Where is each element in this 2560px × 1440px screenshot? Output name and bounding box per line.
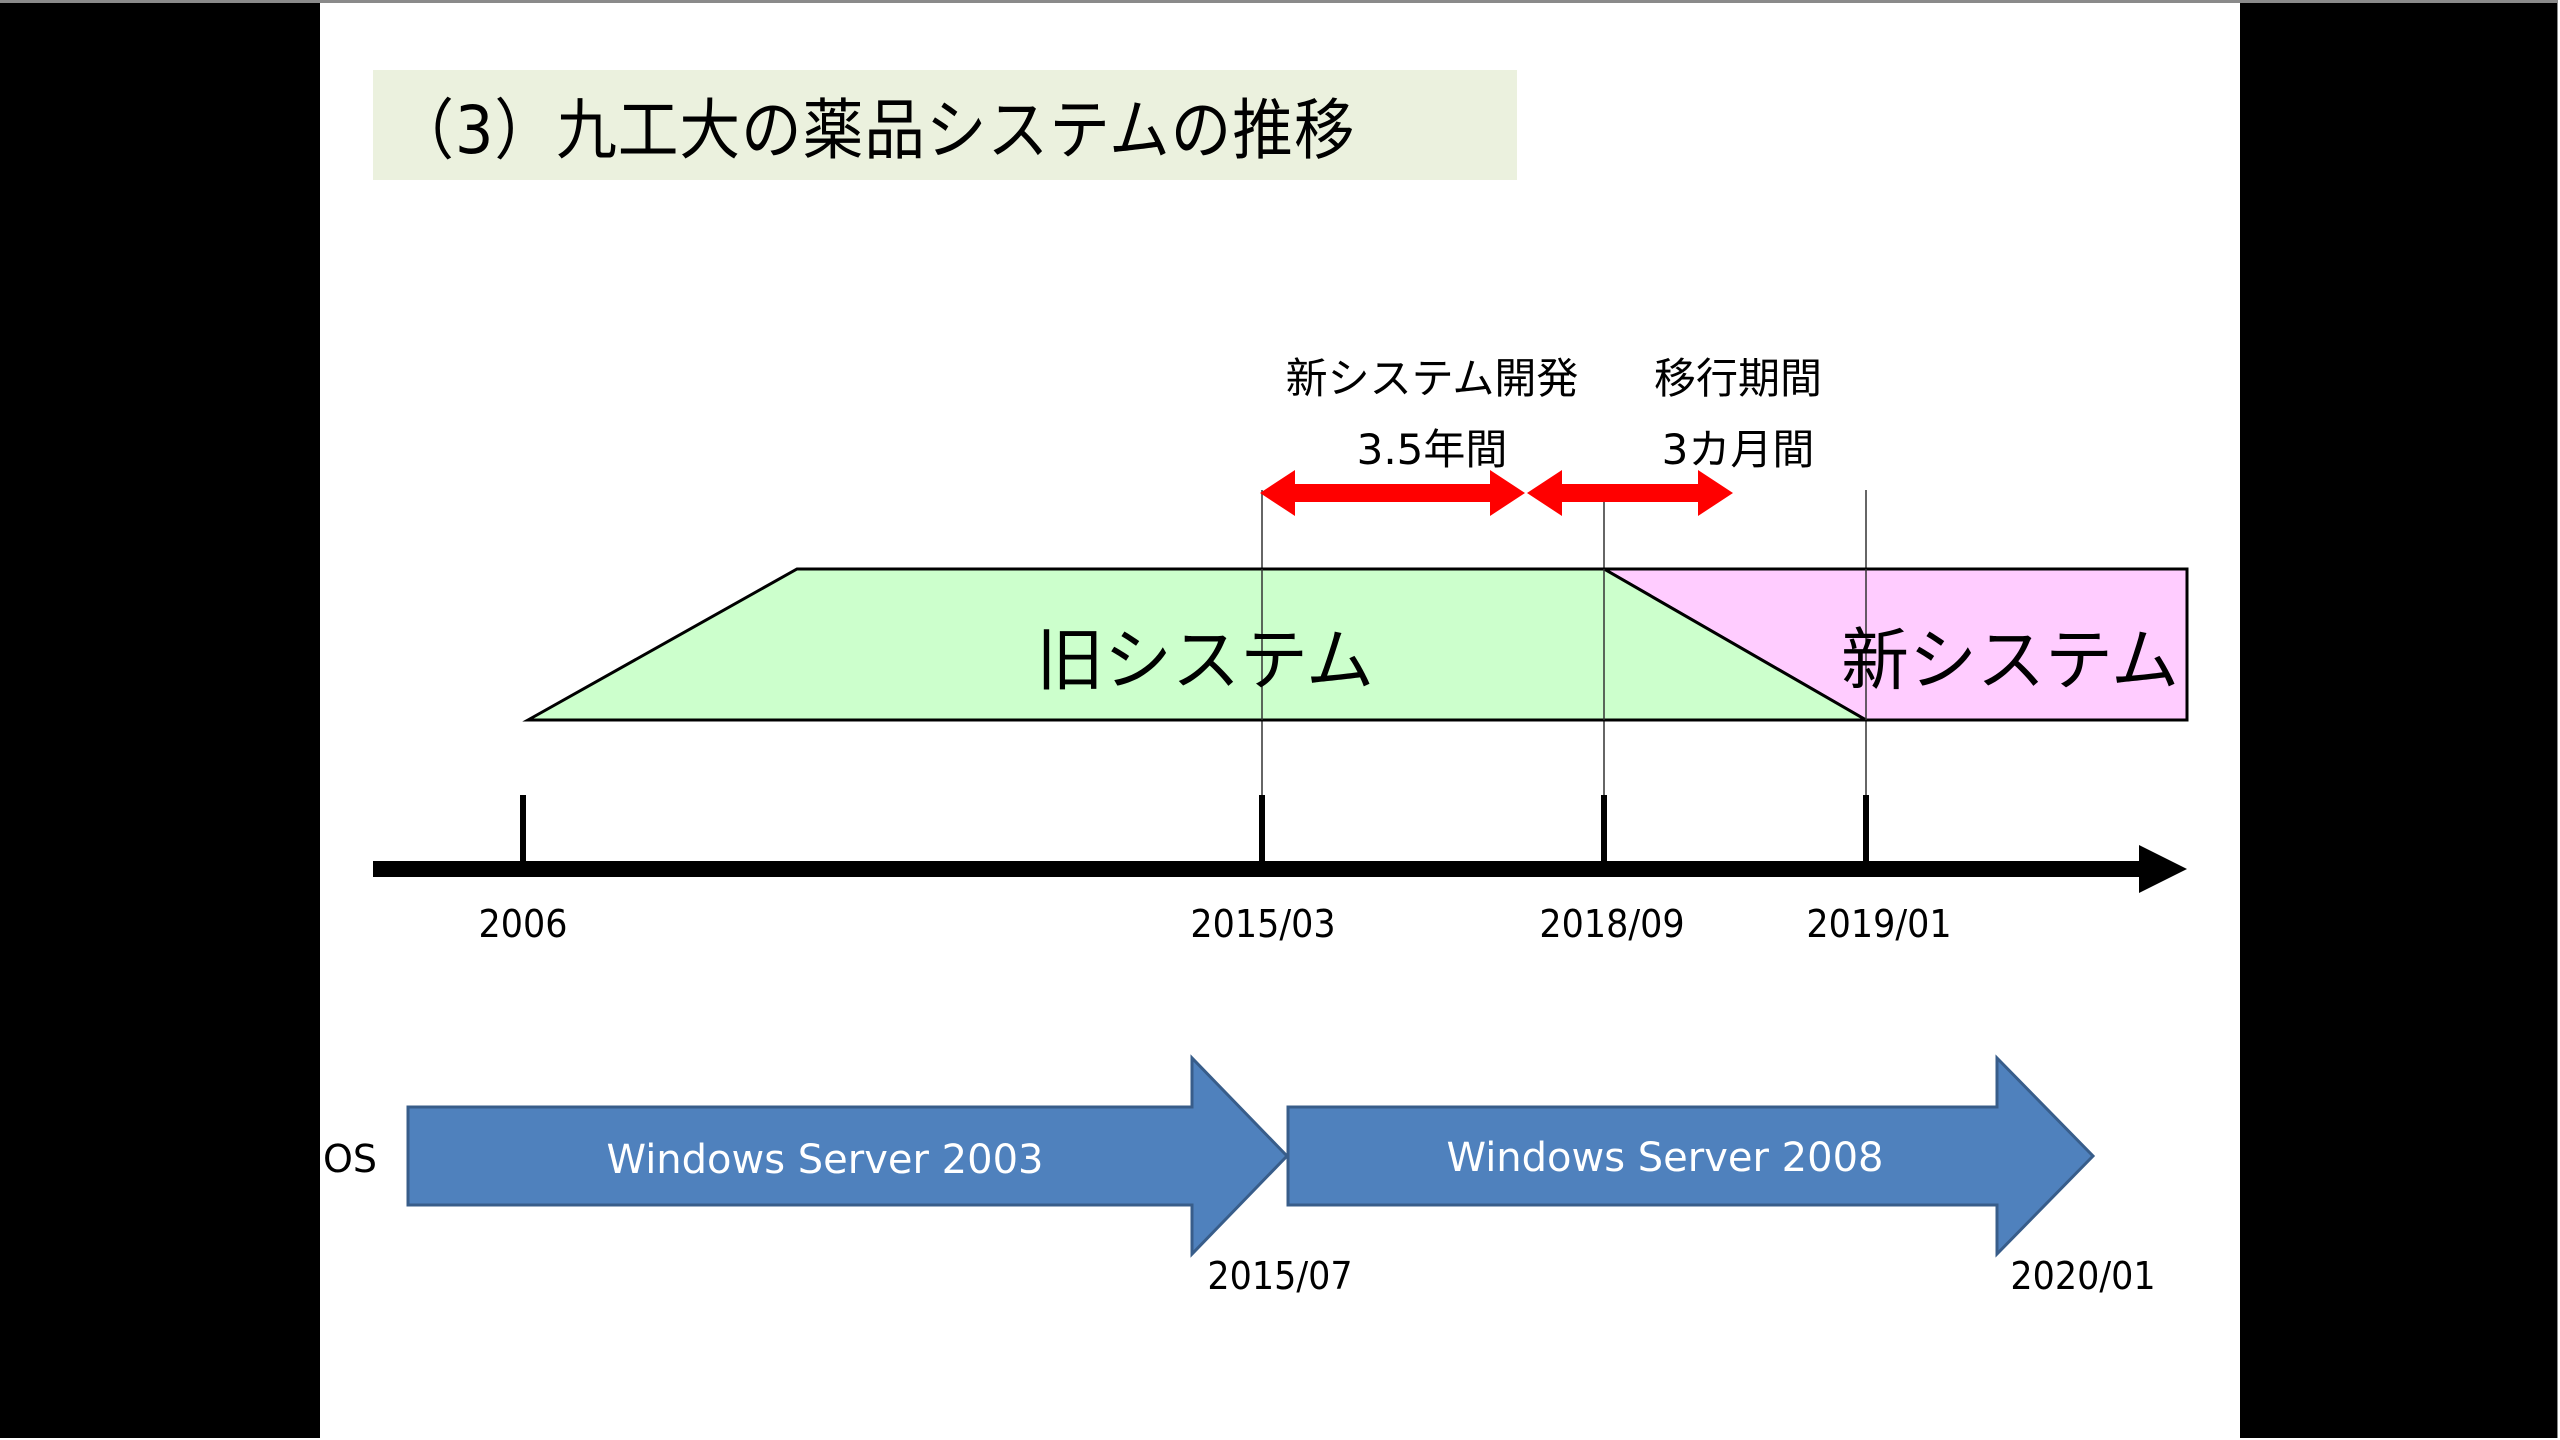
old-system-label: 旧システム bbox=[1036, 622, 1374, 701]
new-system-label: 新システム bbox=[1841, 622, 2179, 701]
os-label: OS bbox=[323, 1137, 378, 1181]
period-label-development: 新システム開発 3.5年間 bbox=[1286, 345, 1579, 477]
tick-2018-09 bbox=[1601, 795, 1607, 865]
tick-2015-03 bbox=[1259, 795, 1265, 865]
timeline-diagram bbox=[373, 470, 2189, 1258]
tick-label: 2015/03 bbox=[1190, 902, 1336, 946]
os-end-date: 2020/01 bbox=[2010, 1254, 2156, 1298]
os-version-label: Windows Server 2008 bbox=[1446, 1135, 1884, 1181]
timeline-axis bbox=[373, 861, 2143, 877]
tick-2019-01 bbox=[1863, 795, 1869, 865]
tick-2006 bbox=[520, 795, 526, 865]
timeline-axis-arrowhead bbox=[2139, 845, 2187, 893]
tick-label: 2019/01 bbox=[1806, 902, 1952, 946]
os-end-date: 2015/07 bbox=[1207, 1254, 1353, 1298]
tick-label: 2006 bbox=[478, 902, 568, 946]
period-duration: 3.5年間 bbox=[1356, 425, 1508, 474]
period-duration: 3カ月間 bbox=[1661, 425, 1815, 474]
os-version-label: Windows Server 2003 bbox=[606, 1137, 1044, 1183]
period-title: 新システム開発 bbox=[1285, 354, 1579, 403]
period-label-migration: 移行期間 3カ月間 bbox=[1654, 345, 1822, 477]
period-title: 移行期間 bbox=[1653, 354, 1823, 403]
tick-label: 2018/09 bbox=[1539, 902, 1685, 946]
